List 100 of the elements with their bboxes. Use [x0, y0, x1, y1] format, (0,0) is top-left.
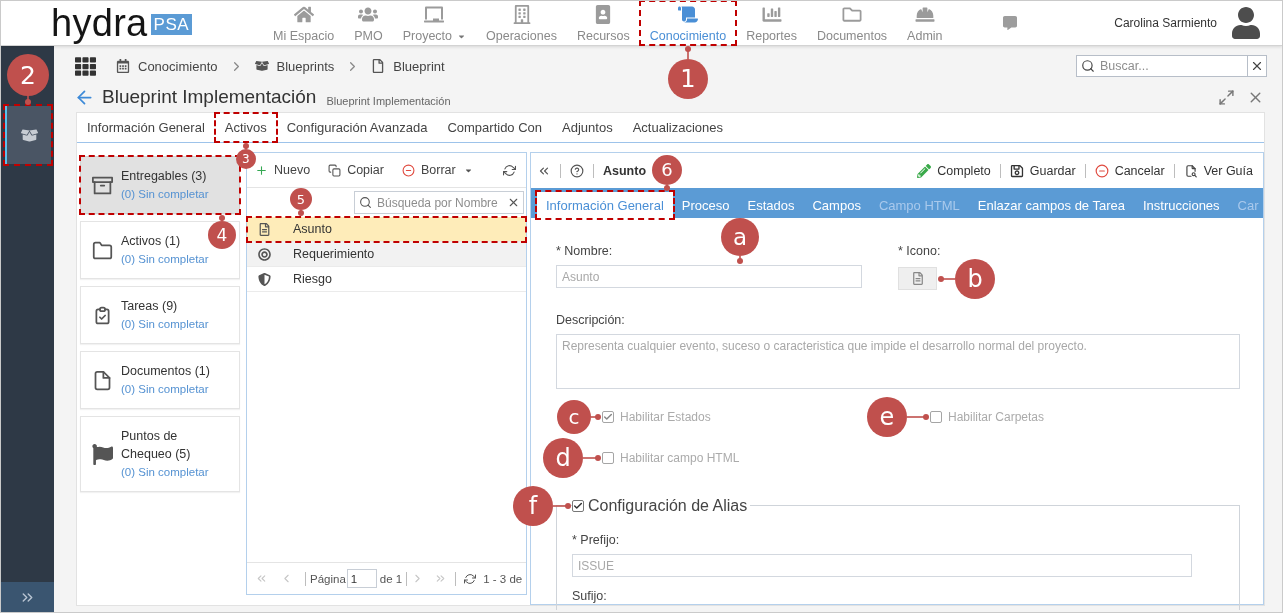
action-button[interactable]: Completo: [917, 163, 991, 178]
field-label: * Prefijo:: [572, 533, 620, 547]
nav-item[interactable]: Admin: [897, 1, 953, 45]
toolbar-button[interactable]: Borrar: [401, 163, 473, 177]
tab[interactable]: Configuración Avanzada: [276, 113, 438, 142]
document-icon: [258, 222, 271, 236]
nav-item[interactable]: Operaciones: [476, 1, 567, 45]
help-icon[interactable]: [570, 163, 584, 178]
user-name: Carolina Sarmiento: [1114, 16, 1217, 30]
page-title: Blueprint Implementación: [102, 86, 317, 108]
callout-number: a: [721, 218, 759, 256]
tab[interactable]: Información General: [77, 113, 215, 142]
leader-line: [25, 96, 31, 105]
check-icon: [603, 412, 613, 422]
leader-line: [591, 414, 601, 420]
clear-button[interactable]: [1248, 55, 1267, 77]
incomplete-count: (0) Sin completar: [121, 382, 209, 397]
nav-item[interactable]: Proyecto: [392, 1, 477, 45]
toolbar-button[interactable]: Copiar: [328, 163, 384, 177]
user-avatar-icon[interactable]: [1231, 7, 1261, 39]
action-button[interactable]: Cancelar: [1094, 163, 1165, 178]
incomplete-count: (0) Sin completar: [121, 465, 209, 480]
nav-item[interactable]: Reportes: [736, 1, 807, 45]
callout-number: c: [557, 400, 591, 434]
tab[interactable]: Activos: [214, 113, 277, 142]
search-field[interactable]: Búsqueda por Nombre: [354, 191, 524, 214]
section-title: Configuración de Alias: [588, 496, 748, 515]
breadcrumb-link[interactable]: Blueprint: [371, 58, 445, 74]
callout-number: d: [543, 438, 583, 478]
tab[interactable]: Actualizaciones: [622, 113, 733, 142]
folder-icon: [842, 5, 862, 24]
asset-card[interactable]: Documentos (1) (0) Sin completar: [80, 351, 240, 409]
callout-number: 6: [652, 155, 682, 185]
close-icon: [1250, 59, 1264, 73]
action-button[interactable]: Ver Guía: [1183, 163, 1253, 178]
toolbar-button[interactable]: Nuevo: [255, 163, 311, 177]
leader-line: [242, 143, 249, 149]
record-count: 1 - 3 de: [483, 572, 523, 585]
page-label: Página: [310, 572, 346, 585]
sidebar-toggle-button[interactable]: [1, 582, 54, 612]
target-icon: [258, 247, 271, 261]
callout-number: 1: [667, 59, 708, 99]
breadcrumb-link[interactable]: Conocimiento: [116, 58, 218, 74]
card-title: Activos (1): [121, 233, 181, 250]
breadcrumb-link[interactable]: Blueprints: [254, 58, 335, 74]
icon-picker-button[interactable]: [898, 267, 937, 290]
action-button[interactable]: Guardar: [1009, 163, 1076, 178]
logo-badge: PSA: [150, 14, 193, 35]
board-icon: [424, 5, 445, 24]
tab[interactable]: Adjuntos: [552, 113, 623, 142]
asset-card[interactable]: Puntos de Chequeo (5) (0) Sin completar: [80, 416, 240, 492]
save-icon: [1009, 163, 1024, 178]
refresh-icon[interactable]: [464, 572, 477, 585]
box-icon: [254, 59, 269, 73]
nav-item[interactable]: PMO: [344, 1, 393, 45]
pencil-icon: [917, 163, 932, 178]
record-title: Asunto: [603, 163, 647, 178]
callout-number: b: [955, 258, 995, 299]
leader-line: [553, 502, 571, 509]
expand-icon[interactable]: [1218, 88, 1235, 106]
search-field[interactable]: Buscar...: [1076, 55, 1248, 77]
check-icon: [573, 500, 583, 511]
leader-line: [938, 275, 955, 282]
tab[interactable]: Compartido Con: [437, 113, 553, 142]
leader-line: [737, 256, 743, 264]
document-icon: [371, 59, 386, 73]
page-input[interactable]: 1: [346, 569, 377, 588]
calendar-icon: [116, 59, 130, 73]
asset-card[interactable]: Entregables (3) (0) Sin completar: [80, 156, 240, 214]
archive-box-icon: [92, 174, 113, 196]
tab[interactable]: Información General: [537, 192, 673, 218]
shield-icon: [258, 272, 271, 286]
minus-circle-icon: [1094, 163, 1109, 178]
bar-chart-icon: [761, 5, 782, 24]
callout-number: e: [867, 397, 907, 437]
list-row[interactable]: Requerimiento: [247, 242, 526, 267]
nav-item[interactable]: Mi Espacio: [263, 1, 345, 45]
list-row[interactable]: Asunto: [247, 217, 526, 242]
search-icon: [359, 196, 372, 209]
nav-item[interactable]: Recursos: [566, 1, 640, 45]
folder-icon: [92, 239, 113, 261]
house-icon: [293, 5, 314, 24]
clear-icon[interactable]: [507, 196, 520, 209]
page-count: de 1: [379, 572, 403, 585]
logo-text: hydra: [51, 3, 148, 43]
apps-grid-icon[interactable]: [75, 55, 96, 77]
callout-number: 5: [290, 188, 312, 210]
refresh-icon[interactable]: [503, 163, 516, 177]
document-icon: [911, 272, 924, 285]
field-label: Descripción:: [556, 313, 625, 327]
field-label: * Icono:: [898, 244, 941, 258]
document-search-icon: [1183, 163, 1198, 178]
option-label: Habilitar Carpetas: [948, 410, 1045, 424]
nav-item[interactable]: Conocimiento: [639, 1, 737, 45]
nav-item[interactable]: Documentos: [806, 1, 898, 45]
field-label: * Nombre:: [556, 244, 613, 258]
search-icon: [1081, 59, 1095, 73]
card-title: Documentos (1): [121, 363, 210, 380]
chat-icon[interactable]: [1002, 16, 1017, 30]
asset-card[interactable]: Tareas (9) (0) Sin completar: [80, 286, 240, 344]
